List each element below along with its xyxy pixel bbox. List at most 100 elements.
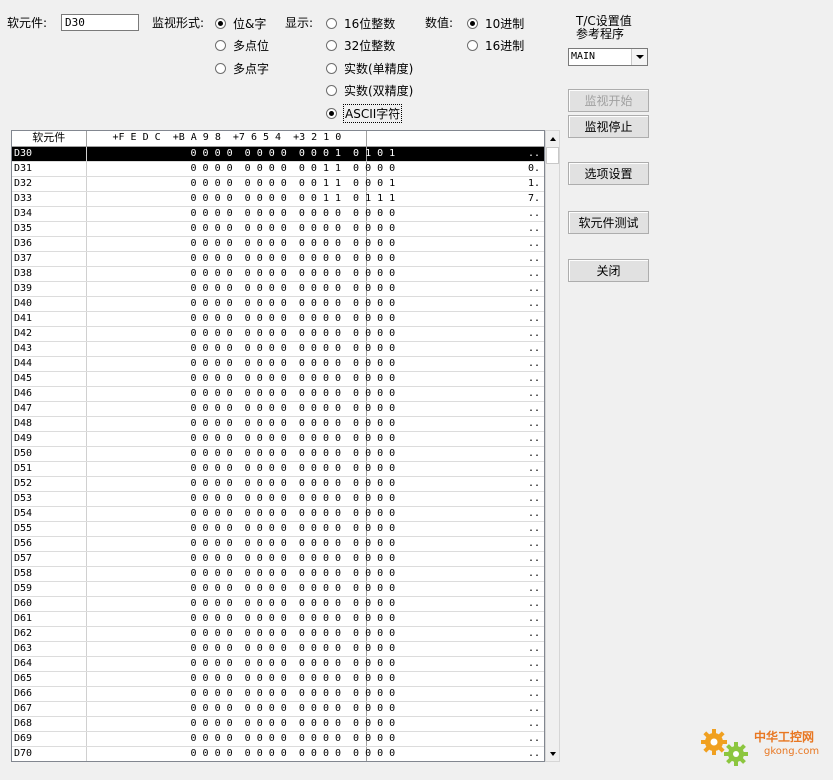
table-row[interactable]: D51 0 0 0 0 0 0 0 0 0 0 0 0 0 0 0 0.. (12, 461, 544, 477)
table-row[interactable]: D40 0 0 0 0 0 0 0 0 0 0 0 0 0 0 0 0.. (12, 296, 544, 312)
column-header-bits[interactable]: +F E D C +B A 9 8 +7 6 5 4 +3 2 1 0 (86, 131, 367, 147)
cell-device: D65 (12, 671, 87, 687)
cell-bits: 0 0 0 0 0 0 0 0 0 0 0 0 0 0 0 0 (86, 746, 395, 761)
table-row[interactable]: D49 0 0 0 0 0 0 0 0 0 0 0 0 0 0 0 0.. (12, 431, 544, 447)
cell-bits: 0 0 0 0 0 0 0 0 0 0 0 0 0 0 0 0 (86, 701, 395, 717)
radio-multi-word[interactable]: 多点字 (215, 60, 269, 76)
cell-bits: 0 0 0 0 0 0 0 0 0 0 0 0 0 0 0 0 (86, 641, 395, 657)
table-row[interactable]: D37 0 0 0 0 0 0 0 0 0 0 0 0 0 0 0 0.. (12, 251, 544, 267)
radio-32bit-int[interactable]: 32位整数 (326, 37, 395, 53)
cell-bits: 0 0 0 0 0 0 0 0 0 0 0 0 0 0 0 0 (86, 401, 395, 417)
table-row[interactable]: D67 0 0 0 0 0 0 0 0 0 0 0 0 0 0 0 0.. (12, 701, 544, 717)
radio-decimal[interactable]: 10进制 (467, 15, 524, 31)
radio-ascii[interactable]: ASCII字符 (326, 103, 403, 123)
scroll-thumb[interactable] (546, 147, 559, 164)
column-header-value[interactable] (366, 131, 544, 147)
scroll-up-icon[interactable] (546, 131, 559, 146)
table-row[interactable]: D58 0 0 0 0 0 0 0 0 0 0 0 0 0 0 0 0.. (12, 566, 544, 582)
table-row[interactable]: D59 0 0 0 0 0 0 0 0 0 0 0 0 0 0 0 0.. (12, 581, 544, 597)
table-row[interactable]: D61 0 0 0 0 0 0 0 0 0 0 0 0 0 0 0 0.. (12, 611, 544, 627)
cell-device: D62 (12, 626, 87, 642)
radio-real-single[interactable]: 实数(单精度) (326, 60, 413, 76)
table-row[interactable]: D39 0 0 0 0 0 0 0 0 0 0 0 0 0 0 0 0.. (12, 281, 544, 297)
reference-program-label: 参考程序 (576, 27, 625, 41)
cell-bits: 0 0 0 0 0 0 0 0 0 0 0 0 0 0 0 0 (86, 731, 395, 747)
cell-bits: 0 0 0 0 0 0 0 0 0 0 1 1 0 1 1 1 (86, 191, 395, 207)
table-row[interactable]: D56 0 0 0 0 0 0 0 0 0 0 0 0 0 0 0 0.. (12, 536, 544, 552)
table-row[interactable]: D57 0 0 0 0 0 0 0 0 0 0 0 0 0 0 0 0.. (12, 551, 544, 567)
watermark-site: gkong.com (764, 746, 820, 757)
cell-device: D41 (12, 311, 87, 327)
cell-bits: 0 0 0 0 0 0 0 0 0 0 0 0 0 0 0 0 (86, 656, 395, 672)
table-row[interactable]: D60 0 0 0 0 0 0 0 0 0 0 0 0 0 0 0 0.. (12, 596, 544, 612)
gear-icon (701, 729, 748, 766)
cell-device: D53 (12, 491, 87, 507)
table-row[interactable]: D32 0 0 0 0 0 0 0 0 0 0 1 1 0 0 0 1 1. (12, 176, 544, 192)
table-row[interactable]: D62 0 0 0 0 0 0 0 0 0 0 0 0 0 0 0 0.. (12, 626, 544, 642)
cell-device: D46 (12, 386, 87, 402)
cell-device: D66 (12, 686, 87, 702)
program-select[interactable]: MAIN (568, 48, 648, 66)
radio-16bit-int[interactable]: 16位整数 (326, 15, 395, 31)
table-row[interactable]: D70 0 0 0 0 0 0 0 0 0 0 0 0 0 0 0 0.. (12, 746, 544, 761)
table-row[interactable]: D47 0 0 0 0 0 0 0 0 0 0 0 0 0 0 0 0.. (12, 401, 544, 417)
cell-bits: 0 0 0 0 0 0 0 0 0 0 0 0 0 0 0 0 (86, 536, 395, 552)
table-row[interactable]: D34 0 0 0 0 0 0 0 0 0 0 0 0 0 0 0 0.. (12, 206, 544, 222)
options-button[interactable]: 选项设置 (568, 162, 649, 185)
program-select-value: MAIN (571, 51, 596, 62)
table-row[interactable]: D63 0 0 0 0 0 0 0 0 0 0 0 0 0 0 0 0.. (12, 641, 544, 657)
radio-selected-icon (326, 107, 337, 119)
table-row[interactable]: D48 0 0 0 0 0 0 0 0 0 0 0 0 0 0 0 0.. (12, 416, 544, 432)
table-row[interactable]: D36 0 0 0 0 0 0 0 0 0 0 0 0 0 0 0 0.. (12, 236, 544, 252)
table-row[interactable]: D46 0 0 0 0 0 0 0 0 0 0 0 0 0 0 0 0.. (12, 386, 544, 402)
radio-multi-bit[interactable]: 多点位 (215, 37, 269, 53)
device-test-button[interactable]: 软元件测试 (568, 211, 649, 234)
table-row[interactable]: D31 0 0 0 0 0 0 0 0 0 0 1 1 0 0 0 0 0. (12, 161, 544, 177)
cell-bits: 0 0 0 0 0 0 0 0 0 0 0 0 0 0 0 0 (86, 281, 395, 297)
cell-device: D37 (12, 251, 87, 267)
table-row[interactable]: D69 0 0 0 0 0 0 0 0 0 0 0 0 0 0 0 0.. (12, 731, 544, 747)
table-row[interactable]: D65 0 0 0 0 0 0 0 0 0 0 0 0 0 0 0 0.. (12, 671, 544, 687)
device-input[interactable]: D30 (61, 14, 139, 31)
column-header-device[interactable]: 软元件 (12, 131, 87, 147)
table-row[interactable]: D33 0 0 0 0 0 0 0 0 0 0 1 1 0 1 1 1 7. (12, 191, 544, 207)
table-row[interactable]: D66 0 0 0 0 0 0 0 0 0 0 0 0 0 0 0 0.. (12, 686, 544, 702)
monitor-start-button[interactable]: 监视开始 (568, 89, 649, 112)
monitor-stop-button[interactable]: 监视停止 (568, 115, 649, 138)
table-row[interactable]: D41 0 0 0 0 0 0 0 0 0 0 0 0 0 0 0 0.. (12, 311, 544, 327)
table-row[interactable]: D68 0 0 0 0 0 0 0 0 0 0 0 0 0 0 0 0.. (12, 716, 544, 732)
cell-device: D48 (12, 416, 87, 432)
radio-real-double[interactable]: 实数(双精度) (326, 82, 413, 98)
table-row[interactable]: D55 0 0 0 0 0 0 0 0 0 0 0 0 0 0 0 0.. (12, 521, 544, 537)
table-row[interactable]: D53 0 0 0 0 0 0 0 0 0 0 0 0 0 0 0 0.. (12, 491, 544, 507)
table-row[interactable]: D64 0 0 0 0 0 0 0 0 0 0 0 0 0 0 0 0.. (12, 656, 544, 672)
radio-bit-word[interactable]: 位&字 (215, 15, 266, 31)
close-button[interactable]: 关闭 (568, 259, 649, 282)
table-row[interactable]: D44 0 0 0 0 0 0 0 0 0 0 0 0 0 0 0 0.. (12, 356, 544, 372)
cell-bits: 0 0 0 0 0 0 0 0 0 0 0 0 0 0 0 0 (86, 446, 395, 462)
radio-hex[interactable]: 16进制 (467, 37, 524, 53)
cell-device: D51 (12, 461, 87, 477)
cell-bits: 0 0 0 0 0 0 0 0 0 0 0 0 0 0 0 0 (86, 491, 395, 507)
radio-unselected-icon (467, 39, 478, 51)
table-row[interactable]: D35 0 0 0 0 0 0 0 0 0 0 0 0 0 0 0 0.. (12, 221, 544, 237)
table-row[interactable]: D42 0 0 0 0 0 0 0 0 0 0 0 0 0 0 0 0.. (12, 326, 544, 342)
table-header-row: 软元件 +F E D C +B A 9 8 +7 6 5 4 +3 2 1 0 (12, 131, 544, 147)
device-monitor-table[interactable]: 软元件 +F E D C +B A 9 8 +7 6 5 4 +3 2 1 0 … (11, 130, 545, 762)
cell-device: D68 (12, 716, 87, 732)
table-row[interactable]: D50 0 0 0 0 0 0 0 0 0 0 0 0 0 0 0 0.. (12, 446, 544, 462)
chevron-down-icon[interactable] (631, 49, 647, 65)
vertical-scrollbar[interactable] (545, 130, 560, 762)
table-row[interactable]: D45 0 0 0 0 0 0 0 0 0 0 0 0 0 0 0 0.. (12, 371, 544, 387)
radio-label: 16进制 (485, 38, 525, 53)
radio-unselected-icon (326, 17, 337, 29)
cell-bits: 0 0 0 0 0 0 0 0 0 0 0 0 0 0 0 0 (86, 476, 395, 492)
cell-bits: 0 0 0 0 0 0 0 0 0 0 0 0 0 0 0 0 (86, 296, 395, 312)
table-row[interactable]: D43 0 0 0 0 0 0 0 0 0 0 0 0 0 0 0 0.. (12, 341, 544, 357)
table-row[interactable]: D54 0 0 0 0 0 0 0 0 0 0 0 0 0 0 0 0.. (12, 506, 544, 522)
cell-bits: 0 0 0 0 0 0 0 0 0 0 1 1 0 0 0 1 (86, 176, 395, 192)
table-row[interactable]: D30 0 0 0 0 0 0 0 0 0 0 0 1 0 1 0 1.. (12, 146, 544, 162)
table-row[interactable]: D38 0 0 0 0 0 0 0 0 0 0 0 0 0 0 0 0.. (12, 266, 544, 282)
scroll-down-icon[interactable] (546, 746, 559, 761)
table-row[interactable]: D52 0 0 0 0 0 0 0 0 0 0 0 0 0 0 0 0.. (12, 476, 544, 492)
